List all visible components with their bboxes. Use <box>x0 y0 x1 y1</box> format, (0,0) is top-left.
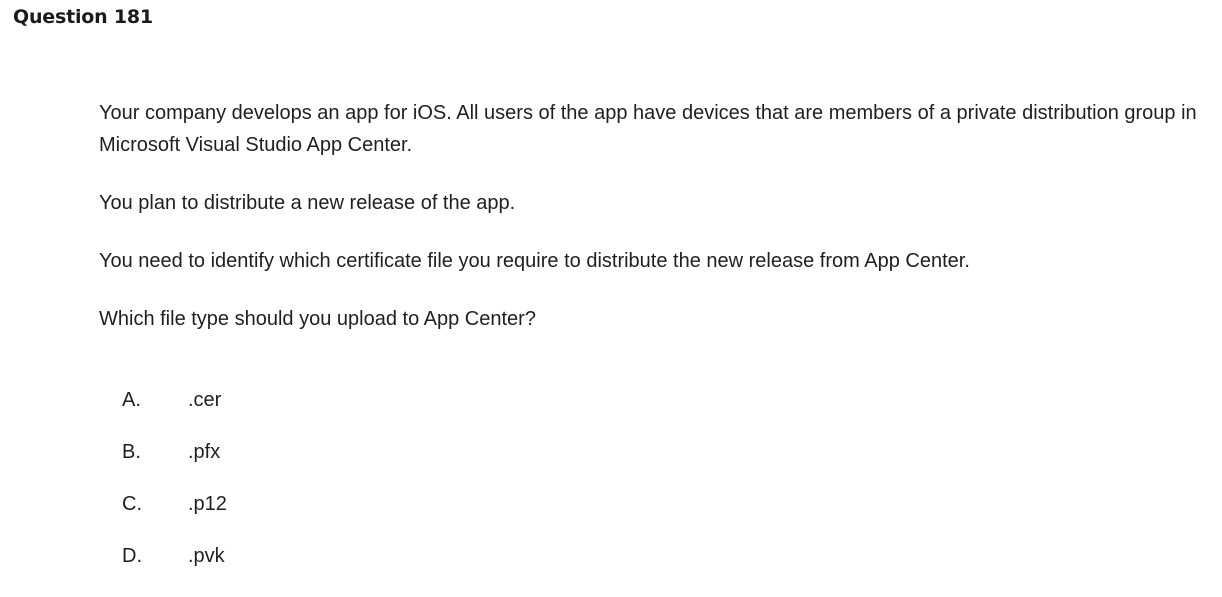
option-text: .pvk <box>188 545 225 567</box>
option-letter: B. <box>122 441 141 463</box>
option-a[interactable]: A. .cer <box>122 389 227 441</box>
option-text: .p12 <box>188 493 227 515</box>
option-letter: A. <box>122 389 141 411</box>
question-prompt: Which file type should you upload to App… <box>99 308 536 330</box>
option-text: .pfx <box>188 441 221 463</box>
question-paragraph: Your company develops an app for iOS. Al… <box>99 102 1197 156</box>
option-letter: D. <box>122 545 142 567</box>
question-paragraph: You plan to distribute a new release of … <box>99 192 516 214</box>
option-c[interactable]: C. .p12 <box>122 493 227 545</box>
question-paragraph: You need to identify which certificate f… <box>99 250 970 272</box>
answer-options: A. .cer B. .pfx C. .p12 D. .pvk <box>122 389 227 597</box>
question-body: Your company develops an app for iOS. Al… <box>99 97 1214 361</box>
option-b[interactable]: B. .pfx <box>122 441 227 493</box>
option-letter: C. <box>122 493 142 515</box>
option-text: .cer <box>188 389 222 411</box>
question-title: Question 181 <box>13 6 153 28</box>
option-d[interactable]: D. .pvk <box>122 545 227 597</box>
